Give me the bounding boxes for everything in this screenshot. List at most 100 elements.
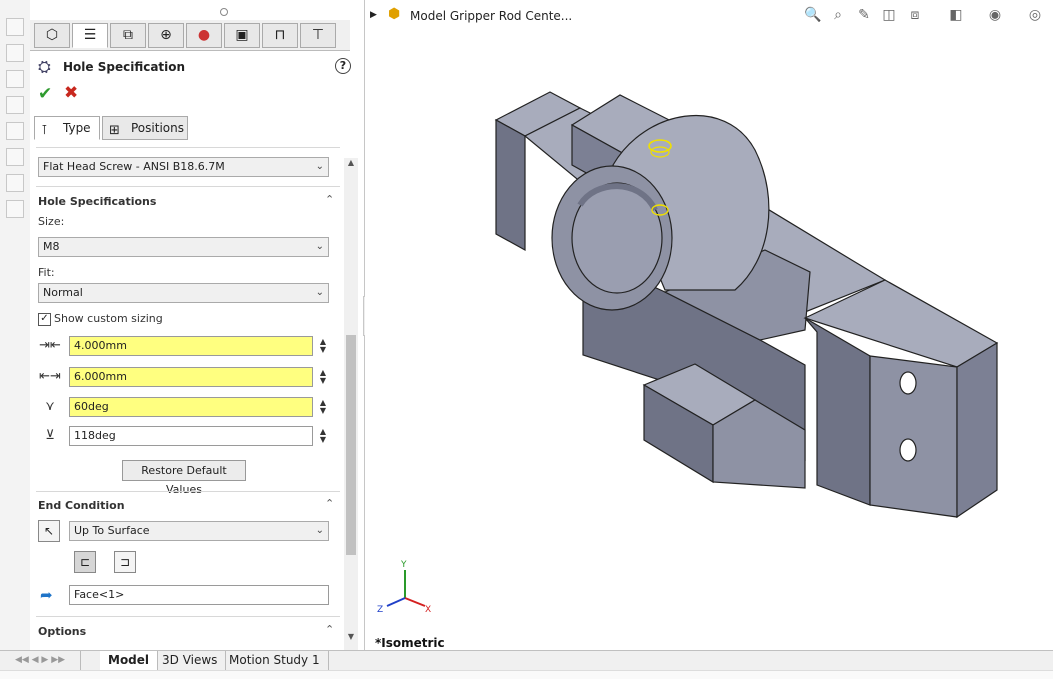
hide-show-icon[interactable]: ◉ [986, 6, 1004, 24]
tab-feature-manager[interactable]: ⬡ [34, 23, 70, 48]
end-condition-value: Up To Surface [74, 524, 150, 537]
view-orientation-icon[interactable]: ⧈ [906, 6, 924, 24]
mounting-hole [899, 371, 917, 395]
ok-check-icon[interactable]: ✔ [38, 84, 52, 104]
left-toolbar-strip [0, 0, 31, 650]
link-icon[interactable] [6, 200, 24, 218]
library-icon[interactable] [6, 148, 24, 166]
display-style-icon[interactable]: ◧ [947, 6, 965, 24]
blind-to-depth-button[interactable]: ⊐ [114, 551, 136, 573]
triad-x-label: X [425, 605, 431, 615]
blind-to-head-clearance-button[interactable]: ⊏ [74, 551, 96, 573]
countersink-angle-spinner[interactable]: ▲ ▼ [318, 399, 328, 415]
countersink-diameter-icon: ⇤⇥ [39, 369, 61, 384]
toolbox-icon: ⊤ [311, 27, 325, 43]
tab-cam-manager[interactable]: ▣ [224, 23, 260, 48]
sketch-icon[interactable] [6, 44, 24, 62]
divider [36, 491, 340, 492]
custom-sizing-label: Show custom sizing [54, 312, 163, 325]
previous-view-icon[interactable]: ✎ [855, 6, 873, 24]
view-orientation-label: *Isometric [375, 636, 445, 650]
hole-standard-select[interactable]: Flat Head Screw - ANSI B18.6.7M ⌄ [38, 157, 329, 177]
face-selection-value: Face<1> [74, 588, 125, 601]
bottom-tab-bar: ◀◀ ◀ ▶ ▶▶ Model 3D Views Motion Study 1 [0, 650, 1053, 671]
cam-icon: ▣ [235, 27, 249, 43]
countersink-diameter-spinner[interactable]: ▲ ▼ [318, 369, 328, 385]
cancel-x-icon[interactable]: ✖ [64, 83, 78, 103]
through-hole-diameter-field[interactable]: 4.000mm [69, 336, 313, 356]
tab-dimxpert-manager[interactable]: ⊕ [148, 23, 184, 48]
zoom-to-area-icon[interactable]: ⌕ [829, 6, 847, 24]
size-value: M8 [43, 240, 60, 253]
tab-display-manager[interactable]: ● [186, 23, 222, 48]
divider [36, 616, 340, 617]
evaluate-icon[interactable] [6, 96, 24, 114]
scroll-down-icon[interactable]: ▼ [344, 632, 358, 641]
panel-grip-handle[interactable] [220, 8, 228, 16]
fit-value: Normal [43, 286, 83, 299]
reference-icon[interactable] [6, 122, 24, 140]
chevron-down-icon: ⌄ [315, 287, 324, 298]
expand-tree-arrow-icon[interactable]: ▶ [370, 10, 377, 20]
chevron-up-icon[interactable]: ⌃ [325, 623, 334, 636]
dimension-icon[interactable] [6, 18, 24, 36]
graphics-viewport[interactable]: Y X Z [365, 0, 1053, 650]
hole-standard-value: Flat Head Screw - ANSI B18.6.7M [43, 160, 225, 173]
appearance-icon: ● [197, 27, 211, 43]
model-face [495, 118, 526, 252]
countersink-angle-field[interactable]: 60deg [69, 397, 313, 417]
face-selection-icon: ➦ [40, 586, 53, 604]
zoom-to-fit-icon[interactable]: 🔍 [804, 6, 822, 24]
model-canvas[interactable]: Y X Z [365, 0, 1053, 650]
tab-positions-label: Positions [131, 121, 184, 135]
drill-angle-icon: ⊻ [45, 428, 55, 443]
tab-3d-views[interactable]: 3D Views [154, 651, 227, 670]
divider [36, 186, 340, 187]
tab-motion-study-1[interactable]: Motion Study 1 [221, 651, 329, 670]
tab-type[interactable]: ⊺ Type [34, 116, 100, 140]
tab-simulation-manager[interactable]: ⊓ [262, 23, 298, 48]
panel-scroll-thumb[interactable] [346, 335, 356, 555]
tab-positions[interactable]: ⊞ Positions [102, 116, 188, 140]
fit-select[interactable]: Normal ⌄ [38, 283, 329, 303]
face-selection-field[interactable]: Face<1> [69, 585, 329, 605]
countersink-angle-value: 60deg [74, 400, 109, 413]
drill-angle-spinner[interactable]: ▲ ▼ [318, 428, 328, 444]
help-icon[interactable]: ? [335, 58, 351, 74]
countersink-diameter-value: 6.000mm [74, 370, 127, 383]
tab-model[interactable]: Model [100, 651, 159, 670]
scroll-up-icon[interactable]: ▲ [344, 158, 358, 167]
end-condition-select[interactable]: Up To Surface ⌄ [69, 521, 329, 541]
chevron-up-icon[interactable]: ⌃ [325, 497, 334, 510]
annotation-icon[interactable] [6, 70, 24, 88]
restore-default-values-button[interactable]: Restore Default Values [122, 460, 246, 496]
through-hole-diameter-icon: ⇥⇤ [39, 338, 61, 353]
tab-property-manager[interactable]: ☰ [72, 23, 108, 48]
feature-tree-icon: ⬡ [45, 27, 59, 43]
crosshair-icon: ⊕ [160, 27, 172, 43]
through-hole-diameter-spinner[interactable]: ▲ ▼ [318, 338, 328, 354]
hole-depth-icon: ⊐ [119, 555, 131, 569]
drill-angle-field[interactable]: 118deg [69, 426, 313, 446]
size-select[interactable]: M8 ⌄ [38, 237, 329, 257]
properties-icon[interactable] [6, 174, 24, 192]
reverse-direction-button[interactable]: ↖ [38, 520, 60, 542]
model-name[interactable]: Model Gripper Rod Cente... [410, 9, 572, 23]
tab-toolbox[interactable]: ⊤ [300, 23, 336, 48]
section-view-icon[interactable]: ◫ [880, 6, 898, 24]
countersink-diameter-field[interactable]: 6.000mm [69, 367, 313, 387]
through-hole-diameter-value: 4.000mm [74, 339, 127, 352]
triad-z-label: Z [377, 605, 383, 615]
tab-scroll-arrows[interactable]: ◀◀ ◀ ▶ ▶▶ [0, 651, 81, 670]
property-manager-panel: ⬡ ☰ ⧉ ⊕ ● ▣ ⊓ ⊤ ⛭ Hole Specification ? ✔… [30, 0, 365, 650]
hole-type-icon: ⊺ [41, 123, 48, 138]
section-title-end-condition: End Condition [38, 499, 125, 512]
positions-icon: ⊞ [109, 123, 120, 138]
chevron-up-icon[interactable]: ⌃ [325, 193, 334, 206]
size-label: Size: [38, 215, 65, 228]
scene-icon[interactable]: ◎ [1026, 6, 1044, 24]
model-face [956, 341, 998, 519]
drill-angle-value: 118deg [74, 429, 116, 442]
custom-sizing-checkbox[interactable]: ✓ [38, 313, 51, 326]
tab-configuration-manager[interactable]: ⧉ [110, 23, 146, 48]
